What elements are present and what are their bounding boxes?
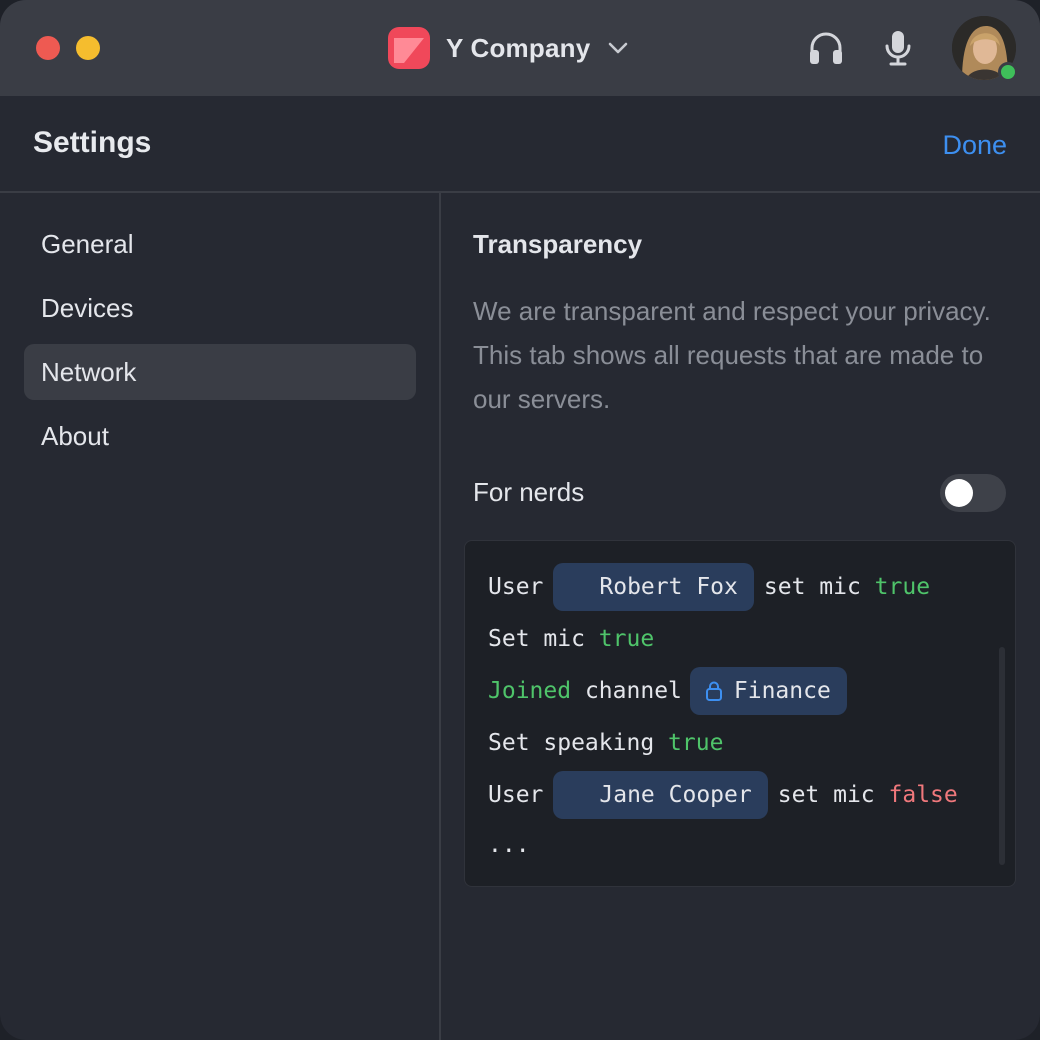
jane-cooper-avatar: [567, 783, 591, 807]
section-title: Transparency: [473, 229, 643, 259]
log-value: true: [598, 626, 655, 652]
sidebar-item-about[interactable]: About: [24, 408, 416, 464]
title-bar: Y Company: [0, 0, 1040, 96]
for-nerds-toggle[interactable]: [940, 474, 1006, 512]
workspace-name: Y Company: [446, 32, 591, 63]
log-value: true: [874, 574, 931, 600]
done-button[interactable]: Done: [942, 130, 1007, 161]
settings-window: Y Company Settings Done General Devices …: [0, 0, 1040, 1040]
lock-icon: [705, 681, 722, 701]
chevron-down-icon: [609, 42, 628, 54]
user-chip-jane-cooper[interactable]: Jane Cooper: [553, 771, 768, 819]
log-status: Joined: [488, 678, 572, 704]
company-logo-icon: [388, 27, 430, 69]
headphones-icon[interactable]: [806, 28, 846, 68]
log-line: Joined channel Finance: [488, 667, 857, 715]
log-text: Set mic: [488, 626, 585, 652]
log-line: Set speaking true: [488, 719, 723, 767]
settings-header: Settings Done: [0, 96, 1040, 193]
section-description: We are transparent and respect your priv…: [473, 296, 991, 414]
log-line: User Jane Cooper set mic false: [488, 771, 958, 819]
log-line: Set mic true: [488, 615, 654, 663]
sidebar-item-devices[interactable]: Devices: [24, 280, 416, 336]
chip-label: Finance: [733, 678, 831, 704]
channel-chip-finance[interactable]: Finance: [689, 667, 847, 715]
log-text: set mic: [777, 782, 875, 808]
log-text: channel: [584, 678, 682, 704]
log-text: User: [488, 574, 544, 600]
sidebar-item-network[interactable]: Network: [24, 344, 416, 400]
log-value: false: [888, 782, 958, 808]
page-title: Settings: [33, 126, 152, 159]
settings-sidebar: General Devices Network About: [0, 193, 441, 1040]
chip-label: Robert Fox: [599, 574, 738, 600]
online-status-indicator: [998, 62, 1018, 82]
log-text: set mic: [763, 574, 861, 600]
request-log: User Robert Fox set mic true Set mic tru…: [464, 540, 1016, 887]
log-value: true: [668, 730, 724, 756]
close-window-button[interactable]: [36, 36, 60, 60]
user-chip-robert-fox[interactable]: Robert Fox: [553, 563, 754, 611]
chip-label: Jane Cooper: [599, 782, 752, 808]
log-text: Set speaking: [488, 730, 655, 756]
network-panel: Transparency We are transparent and resp…: [442, 193, 1040, 1040]
toggle-knob: [945, 479, 973, 507]
log-line: User Robert Fox set mic true: [488, 563, 930, 611]
microphone-icon[interactable]: [878, 28, 918, 68]
sidebar-item-general[interactable]: General: [24, 216, 416, 272]
log-ellipsis: ...: [488, 832, 530, 858]
log-text: User: [488, 782, 544, 808]
workspace-switcher[interactable]: Y Company: [388, 27, 630, 69]
for-nerds-label: For nerds: [473, 477, 585, 507]
log-scrollbar[interactable]: [999, 647, 1005, 865]
robert-fox-avatar: [567, 575, 591, 599]
minimize-window-button[interactable]: [76, 36, 100, 60]
log-line: ...: [488, 821, 530, 869]
